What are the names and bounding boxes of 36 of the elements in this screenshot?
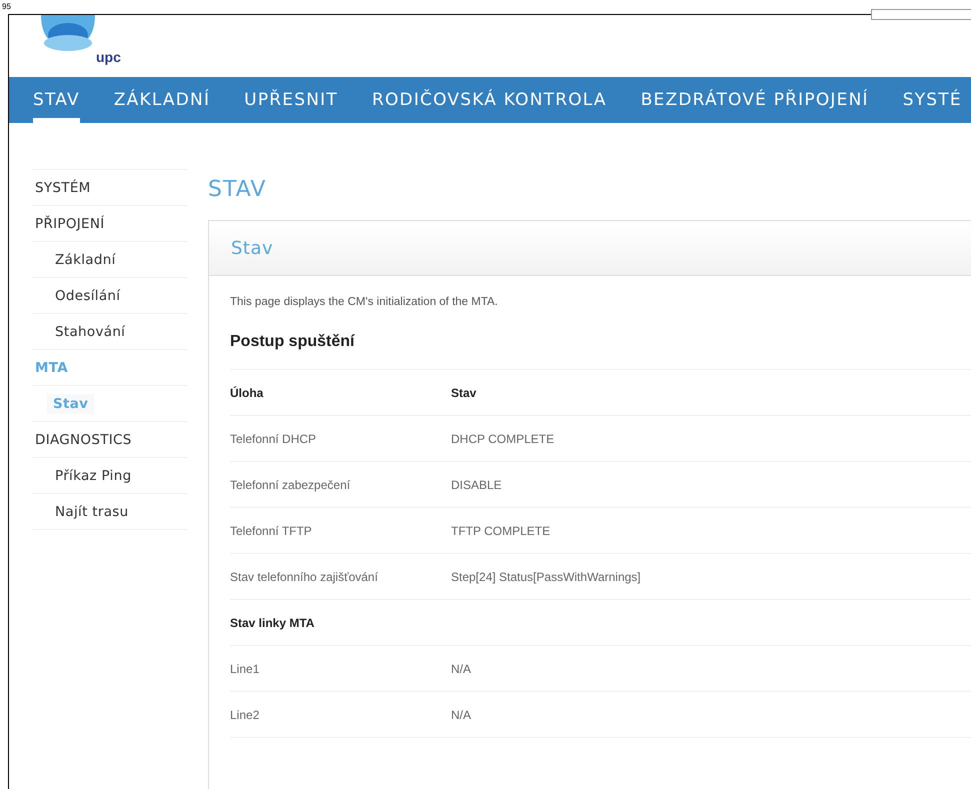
sidebar-item[interactable]: Základní [53, 250, 118, 270]
table-cell-text: Line1 [230, 662, 260, 676]
panel-title: Stav [231, 238, 274, 258]
sidebar-item[interactable]: Stahování [53, 322, 128, 342]
description: This page displays the CM's initialization of the MTA. [230, 296, 499, 308]
sidebar-item[interactable]: Najít trasu [53, 502, 130, 522]
table-section-title: Stav linky MTA [230, 616, 314, 630]
nav-tab[interactable]: UPŘESNIT [244, 80, 338, 120]
sidebar-item[interactable]: Odesílání [53, 286, 122, 306]
nav-tab[interactable]: RODIČOVSKÁ KONTROLA [372, 80, 607, 120]
page-title: STAV [208, 177, 268, 203]
column-header: Stav [451, 386, 476, 400]
sidebar-item[interactable]: DIAGNOSTICS [33, 430, 134, 450]
column-header: Úloha [230, 386, 264, 400]
page-number: 95 [2, 2, 11, 11]
table-cell: DISABLE [451, 478, 502, 492]
table-cell: DHCP COMPLETE [451, 432, 554, 446]
table-cell-text: Telefonní zabezpečení [230, 478, 352, 492]
table-cell: TFTP COMPLETE [451, 524, 550, 538]
section-title: Postup spuštění [230, 329, 971, 370]
sidebar-item[interactable]: SYSTÉM [33, 178, 93, 198]
sidebar-item[interactable]: Příkaz Ping [53, 466, 134, 486]
table-cell: N/A [451, 708, 472, 722]
nav-tab[interactable]: BEZDRÁTOVÉ PŘIPOJENÍ [640, 80, 869, 120]
table-cell-text: Stav telefonního zajišťování [230, 570, 379, 584]
table-cell-text: Line2 [230, 708, 260, 722]
table-cell: N/A [451, 662, 472, 676]
input-field[interactable] [871, 9, 971, 20]
logo-text: upc [96, 49, 121, 65]
table-cell-text: Telefonní DHCP [230, 432, 318, 446]
table-cell-text: Telefonní TFTP [230, 524, 313, 538]
nav-tab[interactable]: SYSTÉ [902, 80, 962, 120]
table-cell: Step[24] Status[PassWithWarnings] [451, 570, 641, 584]
nav-tab[interactable]: ZÁKLADNÍ [114, 80, 210, 120]
nav-tab[interactable]: STAV [33, 80, 80, 120]
sidebar-item[interactable]: PŘIPOJENÍ [33, 214, 107, 234]
